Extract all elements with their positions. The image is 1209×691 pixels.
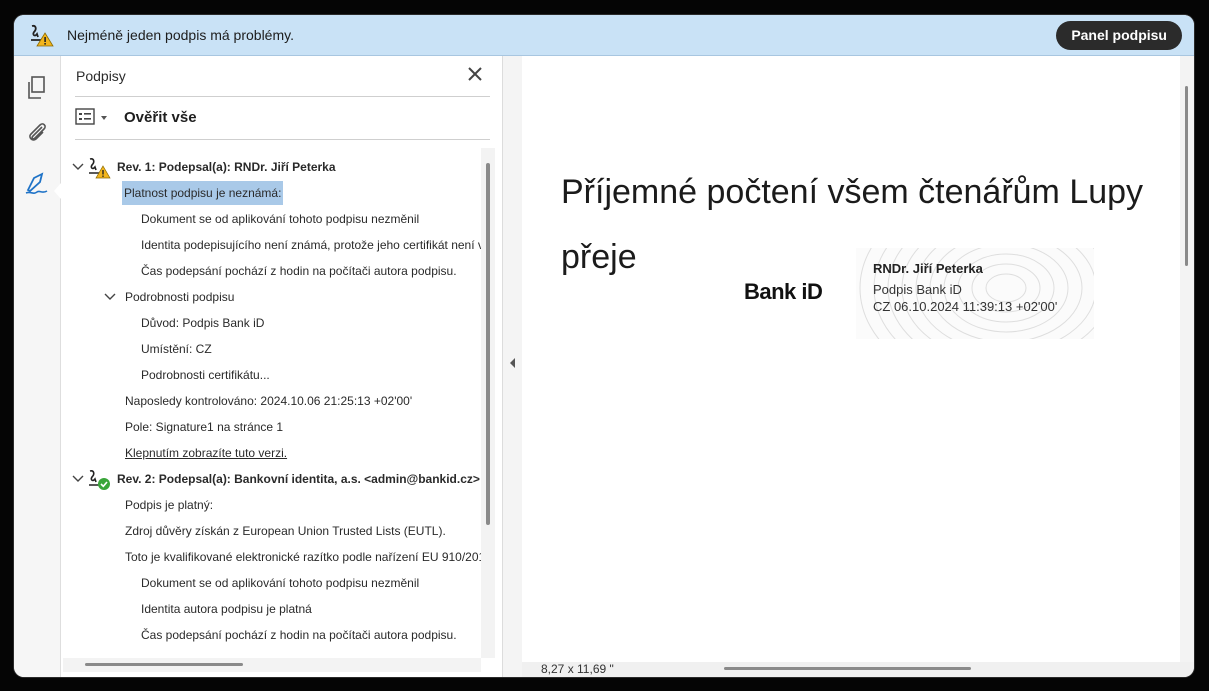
notice-message: Nejméně jeden podpis má problémy. <box>67 27 294 43</box>
signature-tree: Rev. 1: Podepsal(a): RNDr. Jiří Peterka … <box>61 148 481 668</box>
signature-warning-icon <box>31 24 54 47</box>
signature-reason: Podpis Bank iD <box>873 282 962 297</box>
tree-label: Podrobnosti certifikátu... <box>141 368 270 382</box>
collapse-arrow-icon[interactable] <box>510 358 515 368</box>
panel-vertical-scrollbar[interactable] <box>481 148 495 658</box>
chevron-down-icon[interactable] <box>71 155 85 179</box>
verify-all-button[interactable]: Ověřit vše <box>124 109 197 126</box>
bankid-logo: Bank iD <box>744 279 823 304</box>
signatures-panel: Podpisy Ověřit vše Rev. 1: Podepsal(a): … <box>61 56 502 677</box>
close-panel-button[interactable] <box>465 64 485 84</box>
document-vertical-scrollbar[interactable] <box>1180 56 1194 662</box>
tree-label: Identita podepisujícího není známá, prot… <box>141 238 481 252</box>
signature-rev1-header[interactable]: Rev. 1: Podepsal(a): RNDr. Jiří Peterka <box>61 155 481 179</box>
app-window: Nejméně jeden podpis má problémy. Panel … <box>14 15 1194 677</box>
view-version-link[interactable]: Klepnutím zobrazíte tuto verzi. <box>125 441 287 465</box>
tree-label: Pole: Signature1 na stránce 1 <box>125 420 284 434</box>
divider <box>75 96 490 97</box>
scroll-thumb[interactable] <box>1185 86 1188 266</box>
signature-notice-bar: Nejméně jeden podpis má problémy. Panel … <box>14 15 1194 56</box>
tree-label: Rev. 2: Podepsal(a): Bankovní identita, … <box>117 472 480 486</box>
panel-splitter[interactable] <box>502 56 523 677</box>
document-text: přeje <box>561 238 637 276</box>
tree-label-selected: Platnost podpisu je neznámá: <box>122 181 284 205</box>
page-size-label: 8,27 x 11,69 " <box>541 662 614 676</box>
tree-label: Identita autora podpisu je platná <box>141 602 312 616</box>
tree-label: Toto je kvalifikované elektronické razít… <box>125 550 481 564</box>
left-toolbar <box>14 56 61 677</box>
close-icon <box>468 67 482 81</box>
chevron-down-icon[interactable] <box>71 467 85 491</box>
horizontal-scroll-thumb[interactable] <box>724 667 971 670</box>
tree-label: Zdroj důvěry získán z European Union Tru… <box>125 524 446 538</box>
tree-label: Podrobnosti podpisu <box>125 290 235 304</box>
tree-label: Čas podepsání pochází z hodin na počítač… <box>141 628 457 642</box>
scroll-thumb[interactable] <box>85 663 243 666</box>
tree-label: Podpis je platný: <box>125 498 214 512</box>
signature-panel-button[interactable]: Panel podpisu <box>1056 21 1182 50</box>
tree-label: Rev. 1: Podepsal(a): RNDr. Jiří Peterka <box>117 160 336 174</box>
tree-label: Dokument se od aplikování tohoto podpisu… <box>141 576 420 590</box>
tree-label: Umístění: CZ <box>141 342 212 356</box>
chevron-down-icon[interactable] <box>103 285 117 309</box>
signer-name: RNDr. Jiří Peterka <box>873 261 983 276</box>
signature-pen-icon[interactable] <box>23 169 51 197</box>
signature-valid-icon <box>89 470 110 490</box>
document-text: Příjemné počtení všem čtenářům Lupy <box>561 173 1144 211</box>
scroll-thumb[interactable] <box>486 163 490 525</box>
signature-rev2-header[interactable]: Rev. 2: Podepsal(a): Bankovní identita, … <box>61 467 481 491</box>
panel-title: Podpisy <box>76 68 126 84</box>
signature-field[interactable]: RNDr. Jiří Peterka Podpis Bank iD CZ 06.… <box>856 248 1094 339</box>
active-tab-indicator <box>54 183 61 199</box>
divider <box>75 139 490 140</box>
tree-label: Čas podepsání pochází z hodin na počítač… <box>141 264 457 278</box>
document-page: Příjemné počtení všem čtenářům Lupy přej… <box>522 56 1180 662</box>
tree-label: Naposledy kontrolováno: 2024.10.06 21:25… <box>125 394 413 408</box>
tree-label: Důvod: Podpis Bank iD <box>141 316 265 330</box>
signature-warning-icon <box>89 158 111 179</box>
signature-timestamp: CZ 06.10.2024 11:39:13 +02'00' <box>873 299 1058 314</box>
pages-icon[interactable] <box>23 74 51 102</box>
tree-label: Dokument se od aplikování tohoto podpisu… <box>141 212 420 226</box>
options-menu-icon[interactable] <box>75 107 115 129</box>
document-status-bar: 8,27 x 11,69 " <box>522 662 1194 677</box>
attachment-icon[interactable] <box>23 118 51 146</box>
panel-horizontal-scrollbar[interactable] <box>63 658 481 672</box>
